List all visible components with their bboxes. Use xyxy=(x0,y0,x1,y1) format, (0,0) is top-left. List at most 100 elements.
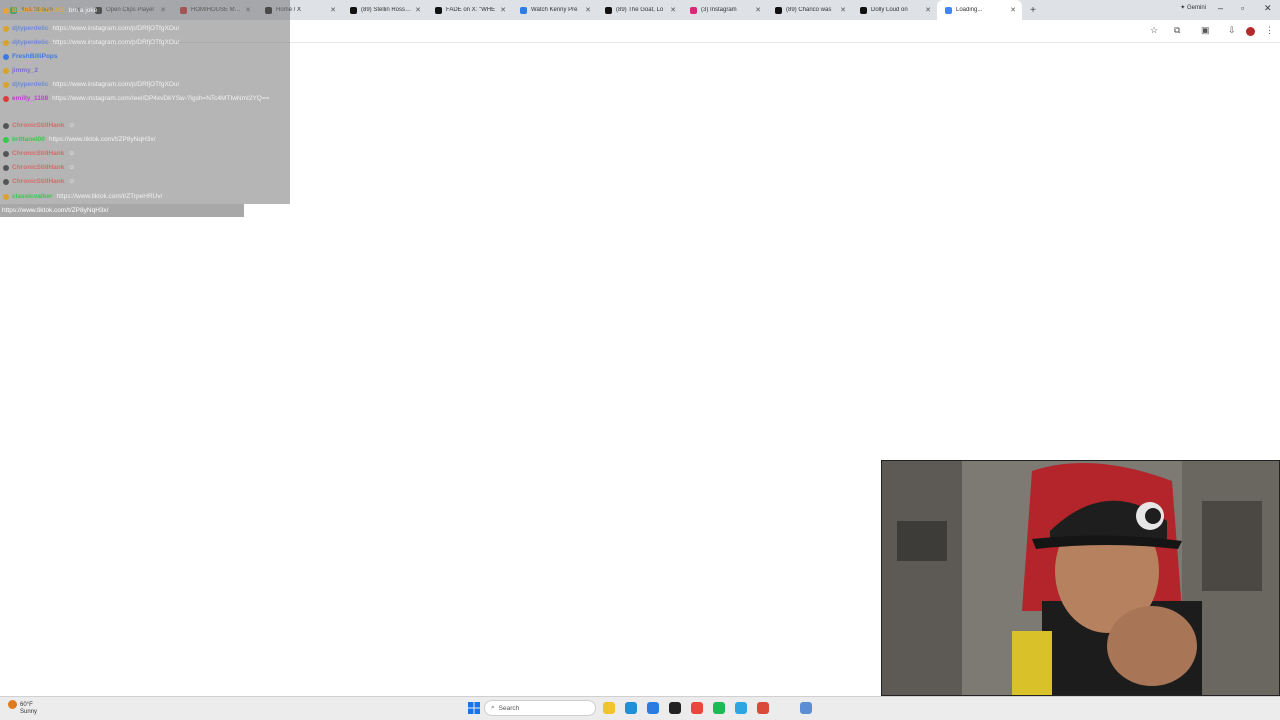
chat-badge-icon xyxy=(3,25,9,32)
tab-close-icon[interactable]: ✕ xyxy=(755,6,761,14)
search-placeholder: Search xyxy=(498,704,520,712)
chat-message-text[interactable]: ☺ xyxy=(68,150,75,157)
tab-close-icon[interactable]: ✕ xyxy=(500,6,506,14)
telegram-icon[interactable] xyxy=(735,702,747,714)
tab-favicon-icon xyxy=(690,6,697,14)
tab-favicon-icon xyxy=(775,6,782,14)
tab-title: FADE on X: "WHE xyxy=(446,7,496,13)
tab-favicon-icon xyxy=(435,6,442,14)
tab-favicon-icon xyxy=(350,6,357,14)
edge-icon[interactable] xyxy=(625,702,637,714)
browser-tab[interactable]: FADE on X: "WHE ✕ xyxy=(427,0,512,20)
chat-username[interactable]: djtyperdelic xyxy=(12,39,48,46)
tab-favicon-icon xyxy=(520,6,527,14)
tab-title: (89) Stellin Ross: In xyxy=(361,7,413,13)
chat-message: ChronicStillHank ☺ xyxy=(0,175,75,188)
tab-favicon-icon xyxy=(605,6,612,14)
tab-title: Watch Kenny Pre xyxy=(531,7,578,13)
chat-username[interactable]: ChronicStillHank xyxy=(12,178,64,185)
chat-message: brittanel00 https://www.tiktok.com/t/ZP8y… xyxy=(0,133,155,146)
tiktok-icon[interactable] xyxy=(669,702,681,714)
chat-username[interactable]: ChronicStillHank xyxy=(12,164,64,171)
chat-badge-icon xyxy=(3,164,9,171)
menu-icon[interactable]: ⋮ xyxy=(1265,25,1274,36)
chat-overlay: BLURRED NAME bro a joke djtyperdelic https:… xyxy=(0,0,290,204)
minimize-icon[interactable]: – xyxy=(1218,3,1223,13)
browser-tab[interactable]: Loading... ✕ xyxy=(937,0,1022,20)
chat-username[interactable]: ChronicStillHank xyxy=(12,122,64,129)
new-tab-button[interactable]: + xyxy=(1026,5,1040,16)
chat-message-text[interactable]: https://www.instagram.com/p/DRfjOTfgXOu/ xyxy=(52,25,179,32)
tab-close-icon[interactable]: ✕ xyxy=(330,6,336,14)
close-window-icon[interactable]: ✕ xyxy=(1264,3,1272,14)
chat-username[interactable]: classicvalker xyxy=(12,193,52,200)
chat-username[interactable]: ChronicStillHank xyxy=(12,150,64,157)
chat-badge-icon xyxy=(3,150,9,157)
chat-badge-icon xyxy=(3,39,9,46)
chat-badge-icon xyxy=(3,136,9,143)
chat-message-text[interactable]: bro a joke xyxy=(69,7,98,14)
weather-widget[interactable]: 60°F Sunny xyxy=(8,700,37,716)
tab-favicon-icon xyxy=(860,6,867,14)
chat-message-text[interactable]: https://www.instagram.com/p/DRfjOTfgXOu/ xyxy=(52,81,179,88)
browser-tab[interactable]: Dolly Loud on ✕ xyxy=(852,0,937,20)
gemini-button[interactable]: ✦ Gemini xyxy=(1180,4,1206,11)
tab-close-icon[interactable]: ✕ xyxy=(415,6,421,14)
chat-username[interactable]: FreshBilliPops xyxy=(12,53,58,60)
chat-username[interactable]: jimmy_2 xyxy=(12,67,38,74)
sidebar-icon[interactable]: ▣ xyxy=(1201,25,1210,36)
chat-message-text[interactable]: https://www.instagram.com/p/DRfjOTfgXOu/ xyxy=(52,39,179,46)
weather-sun-icon xyxy=(8,700,17,709)
tab-close-icon[interactable]: ✕ xyxy=(585,6,591,14)
chat-message: BLURRED NAME bro a joke xyxy=(0,4,97,17)
chat-message-text[interactable]: https://www.instagram.com/reel/DP4xvDkYS… xyxy=(52,95,269,102)
tab-favicon-icon xyxy=(945,6,952,14)
browser-tab[interactable]: (89) Chanco was ✕ xyxy=(767,0,852,20)
search-icon: ⌕ xyxy=(491,704,495,711)
tab-close-icon[interactable]: ✕ xyxy=(1010,6,1016,14)
chat-badge-icon xyxy=(3,95,9,102)
tab-close-icon[interactable]: ✕ xyxy=(840,6,846,14)
streamer-video xyxy=(882,461,1279,695)
chat-badge-icon xyxy=(3,67,9,74)
chat-username[interactable]: brittanel00 xyxy=(12,136,45,143)
tab-title: Dolly Loud on xyxy=(871,7,908,13)
ai-app-icon[interactable] xyxy=(757,702,769,714)
chat-message-text[interactable]: ☺ xyxy=(68,178,75,185)
taskbar-search[interactable]: ⌕ Search xyxy=(484,700,596,716)
chat-badge-icon xyxy=(3,193,9,200)
settings-app-icon[interactable] xyxy=(800,702,812,714)
maximize-icon[interactable]: ▫ xyxy=(1241,3,1244,13)
chat-message-text[interactable]: https://www.tiktok.com/t/ZTrpeHRUv/ xyxy=(56,193,162,200)
chat-message-text[interactable]: ☺ xyxy=(68,122,75,129)
file-explorer-icon[interactable] xyxy=(603,702,615,714)
spotify-icon[interactable] xyxy=(713,702,725,714)
profile-avatar[interactable] xyxy=(1246,27,1255,36)
extensions-icon[interactable]: ⧉ xyxy=(1174,25,1180,36)
tab-close-icon[interactable]: ✕ xyxy=(925,6,931,14)
tab-title: (3) Instagram xyxy=(701,7,737,13)
browser-tab[interactable]: Watch Kenny Pre ✕ xyxy=(512,0,597,20)
chat-username[interactable]: djtyperdelic xyxy=(12,25,48,32)
chat-message-text[interactable]: https://www.tiktok.com/t/ZP8yNqH3x/ xyxy=(49,136,156,143)
browser-tab[interactable]: (89) The Goat, Lo ✕ xyxy=(597,0,682,20)
browser-icon[interactable] xyxy=(647,702,659,714)
chat-message: emilly_1108 https://www.instagram.com/ree… xyxy=(0,92,269,105)
browser-tab[interactable]: (89) Stellin Ross: In ✕ xyxy=(342,0,427,20)
chat-input[interactable]: https://www.tiktok.com/t/ZP8yNqH3x/ xyxy=(0,204,244,217)
windows-start-icon[interactable] xyxy=(468,702,480,714)
weather-desc: Sunny xyxy=(20,709,38,716)
browser-tab[interactable]: (3) Instagram ✕ xyxy=(682,0,767,20)
chrome-icon[interactable] xyxy=(691,702,703,714)
chat-username[interactable]: emilly_1108 xyxy=(12,95,48,102)
chat-message: djtyperdelic https://www.instagram.com/p/… xyxy=(0,78,179,91)
download-icon[interactable]: ⇩ xyxy=(1228,25,1236,36)
chat-username[interactable]: BLURRED NAME xyxy=(12,7,65,14)
chat-message-text[interactable]: ☺ xyxy=(68,164,75,171)
chat-username[interactable]: djtyperdelic xyxy=(12,81,48,88)
chat-badge-icon xyxy=(3,178,9,185)
tab-close-icon[interactable]: ✕ xyxy=(670,6,676,14)
chat-message: djtyperdelic https://www.instagram.com/p/… xyxy=(0,36,179,49)
chat-badge-icon xyxy=(3,122,9,129)
bookmark-star-icon[interactable]: ☆ xyxy=(1150,25,1158,36)
